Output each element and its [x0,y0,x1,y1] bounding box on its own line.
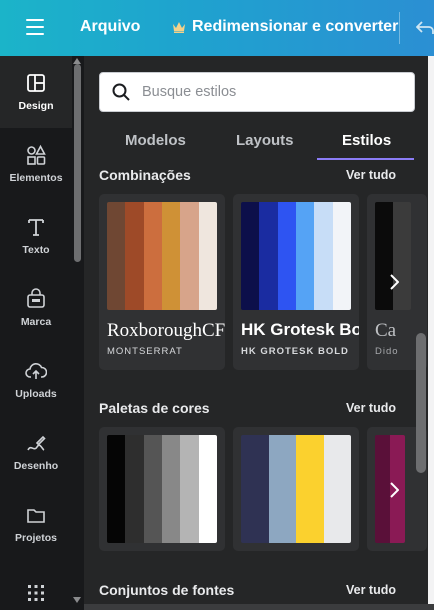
folder-icon [27,509,45,523]
color-swatch [268,435,296,543]
apps-grid-icon [28,585,44,601]
see-all-combinations-link[interactable]: Ver tudo [346,168,396,182]
crown-icon [173,22,185,33]
nav-label-elements: Elementos [9,172,63,184]
side-nav: Design Elementos Texto Marca Uploads Des… [0,56,72,610]
panel-bottom-edge [84,604,434,610]
nav-item-uploads[interactable]: Uploads [0,344,72,416]
top-bar: Arquivo Redimensionar e converter [0,0,434,56]
nav-label-text: Texto [22,244,50,256]
color-swatch [198,202,217,310]
next-combinations-button[interactable] [380,268,408,296]
color-swatch [180,202,199,310]
color-swatch [241,202,260,310]
file-menu-button[interactable]: Arquivo [80,18,140,36]
nav-label-design: Design [18,100,54,112]
color-swatch [277,202,296,310]
color-swatch [295,202,315,310]
color-swatch [161,435,181,543]
combination-card[interactable]: HK Grotesk Bold HK GROTESK BOLD [233,194,359,370]
chevron-right-icon [390,482,399,498]
color-swatch [314,202,333,310]
nav-item-brand[interactable]: Marca [0,272,72,344]
color-swatch [125,435,144,543]
tab-templates[interactable]: Modelos [125,132,186,149]
tab-styles[interactable]: Estilos [342,132,391,149]
section-title-font-sets: Conjuntos de fontes [99,582,235,598]
combination-font-subtitle: Dido [375,346,399,357]
nav-label-brand: Marca [20,316,52,328]
nav-label-uploads: Uploads [15,388,57,400]
combination-font-title: HK Grotesk Bold [241,320,359,339]
chevron-right-icon [390,274,399,290]
section-title-combinations: Combinações [99,167,191,183]
see-all-palettes-link[interactable]: Ver tudo [346,401,396,415]
combination-font-title: Ca [375,320,397,341]
nav-scrollbar-thumb[interactable] [74,64,81,262]
styles-panel: Modelos Layouts Estilos Combinações Ver … [84,56,434,610]
color-palette-swatches [107,435,217,543]
text-icon [28,219,44,236]
cloud-upload-icon [25,363,47,379]
nav-scroll-down-icon[interactable] [73,597,81,603]
tab-bar: Modelos Layouts Estilos [84,124,434,160]
color-palette-swatches [241,435,351,543]
nav-item-design[interactable]: Design [0,56,72,128]
canvas-edge [428,56,434,610]
color-swatch [259,202,278,310]
color-swatch [323,435,351,543]
topbar-divider [399,12,400,44]
resize-button[interactable]: Redimensionar e converter [172,18,398,36]
combination-palette [107,202,217,310]
color-palette-card[interactable] [233,427,359,551]
color-palette-card[interactable] [99,427,225,551]
search-box[interactable] [99,72,415,112]
nav-item-text[interactable]: Texto [0,200,72,272]
combination-palette [241,202,351,310]
color-swatch [198,435,217,543]
layout-icon [27,74,45,92]
menu-icon[interactable] [26,19,44,35]
resize-button-label: Redimensionar e converter [192,18,399,35]
color-swatch [241,435,269,543]
color-swatch [332,202,351,310]
brand-icon [27,288,45,308]
shapes-icon [27,144,46,165]
search-input[interactable] [142,84,392,100]
color-swatch [125,202,144,310]
color-swatch [143,202,162,310]
draw-icon [27,435,46,451]
color-swatch [143,435,162,543]
nav-item-projects[interactable]: Projetos [0,488,72,560]
nav-item-draw[interactable]: Desenho [0,416,72,488]
color-swatch [296,435,324,543]
next-palettes-button[interactable] [380,476,408,504]
active-tab-indicator [317,158,414,160]
color-swatch [107,202,126,310]
combination-font-subtitle: MONTSERRAT [107,346,183,357]
nav-item-apps[interactable] [0,560,72,610]
combination-font-subtitle: HK GROTESK BOLD [241,346,349,357]
color-swatch [161,202,181,310]
panel-scrollbar-thumb[interactable] [416,333,426,473]
search-icon [112,83,130,101]
color-swatch [180,435,199,543]
color-swatch [107,435,126,543]
section-title-palettes: Paletas de cores [99,400,210,416]
nav-item-elements[interactable]: Elementos [0,128,72,200]
nav-label-projects: Projetos [14,532,57,544]
undo-icon[interactable] [416,20,434,36]
tab-layouts[interactable]: Layouts [236,132,294,149]
combination-card[interactable]: RoxboroughCF MONTSERRAT [99,194,225,370]
see-all-font-sets-link[interactable]: Ver tudo [346,583,396,597]
combination-font-title: RoxboroughCF [107,320,225,341]
nav-label-draw: Desenho [13,460,59,472]
